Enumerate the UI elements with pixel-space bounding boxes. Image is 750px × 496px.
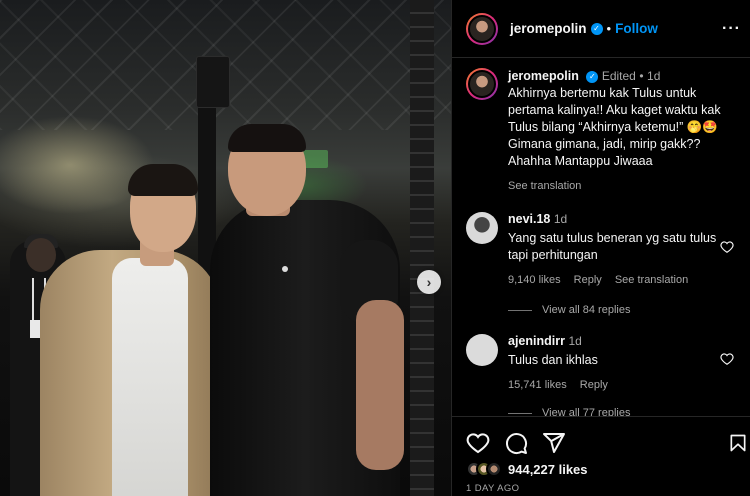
avatar[interactable] xyxy=(466,12,498,45)
reply-button[interactable]: Reply xyxy=(574,274,602,286)
post-time: 1 DAY AGO xyxy=(466,483,520,494)
reply-button[interactable]: Reply xyxy=(580,379,608,391)
comment-time: 1d xyxy=(568,334,582,348)
comment-likes[interactable]: 9,140 likes xyxy=(508,274,561,286)
speaker xyxy=(196,56,230,108)
comment-time: 1d xyxy=(553,212,568,226)
follow-button[interactable]: Follow xyxy=(615,21,658,36)
chevron-right-icon[interactable]: › xyxy=(417,270,441,294)
person-right-arm xyxy=(356,300,404,470)
separator-dot: • xyxy=(639,69,644,83)
bookmark-icon[interactable] xyxy=(728,431,748,455)
verified-badge-icon: ✓ xyxy=(586,70,599,83)
likes-summary[interactable]: 944,227 likes xyxy=(466,461,588,477)
post-photo: › xyxy=(0,0,451,496)
heart-icon[interactable] xyxy=(720,352,734,366)
comment-text: Tulus dan ikhlas xyxy=(508,353,598,367)
edited-label: Edited xyxy=(601,69,636,83)
comment-likes[interactable]: 15,741 likes xyxy=(508,379,567,391)
comment-icon[interactable] xyxy=(504,431,528,455)
person-left-hair xyxy=(128,164,198,196)
comment-text: Yang satu tulus beneran yg satu tulus ta… xyxy=(508,231,717,262)
more-options-icon[interactable]: ··· xyxy=(722,20,741,38)
background-person-head xyxy=(26,238,56,272)
likes-count[interactable]: 944,227 likes xyxy=(508,462,588,477)
header-username[interactable]: jeromepolin xyxy=(510,21,587,36)
heart-icon[interactable] xyxy=(466,431,490,455)
person-left-shirt xyxy=(112,258,188,496)
heart-icon[interactable] xyxy=(720,240,734,254)
caption-text: Akhirnya bertemu kak Tulus untuk pertama… xyxy=(508,86,721,168)
avatar xyxy=(486,461,502,477)
caption: jeromepolin ✓ Edited • 1d Akhirnya berte… xyxy=(466,68,746,195)
shirt-button xyxy=(282,266,288,272)
comment-username[interactable]: ajenindirr xyxy=(508,334,565,348)
post-actions: 944,227 likes 1 DAY AGO xyxy=(452,416,750,496)
verified-badge-icon: ✓ xyxy=(590,22,603,35)
avatar[interactable] xyxy=(466,212,498,244)
avatar[interactable] xyxy=(466,334,498,366)
post-details-panel: jeromepolin ✓ • Follow ··· jeromepolin ✓… xyxy=(451,0,750,496)
view-replies-label[interactable]: View all 84 replies xyxy=(542,304,630,316)
caption-username[interactable]: jeromepolin xyxy=(508,69,579,83)
view-replies-link[interactable]: View all 84 replies xyxy=(508,304,630,316)
person-right-hair xyxy=(228,124,306,152)
share-icon[interactable] xyxy=(542,431,566,455)
separator-dot: • xyxy=(606,21,612,36)
comment: ajenindirr 1d Tulus dan ikhlas 15,741 li… xyxy=(466,334,750,391)
comment: nevi.18 1d Yang satu tulus beneran yg sa… xyxy=(466,212,750,286)
comment-username[interactable]: nevi.18 xyxy=(508,212,550,226)
caption-time: 1d xyxy=(647,69,661,83)
caption-avatar[interactable] xyxy=(466,68,498,100)
stage-pole xyxy=(410,0,434,496)
post-header: jeromepolin ✓ • Follow ··· xyxy=(452,0,750,58)
see-translation-link[interactable]: See translation xyxy=(615,274,688,286)
see-translation-link[interactable]: See translation xyxy=(508,178,738,195)
